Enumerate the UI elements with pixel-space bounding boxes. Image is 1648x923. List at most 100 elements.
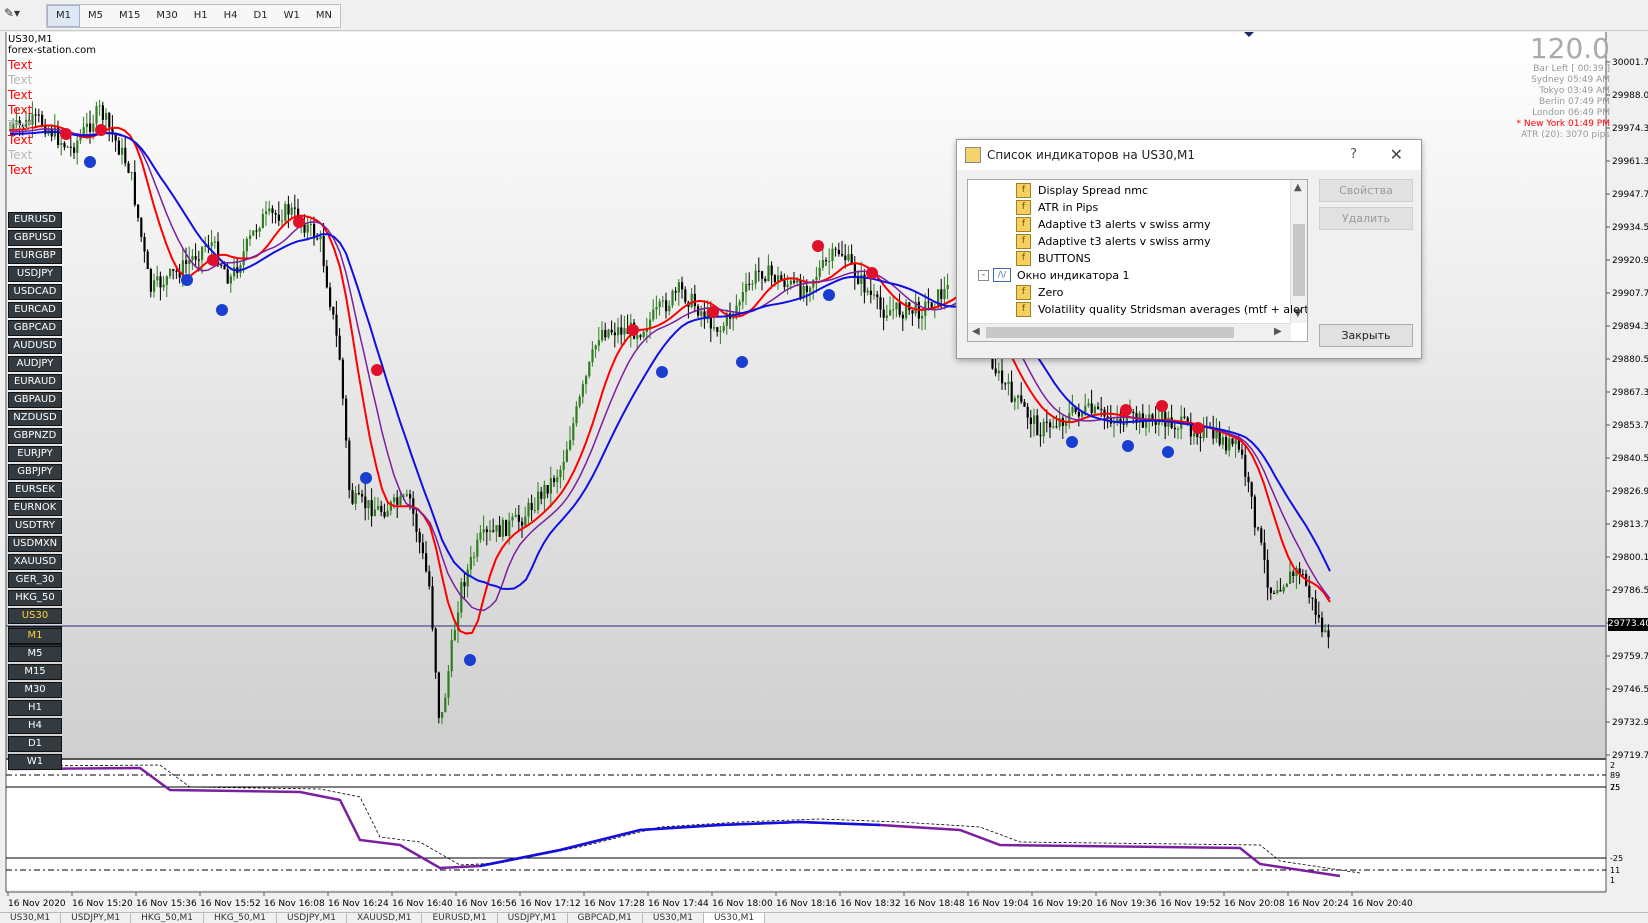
collapse-icon[interactable]: - (978, 269, 989, 281)
candle-body (469, 557, 472, 570)
timeframe-button-h4[interactable]: H4 (216, 5, 246, 27)
timeframe-button-d1[interactable]: D1 (246, 5, 276, 27)
sell-arrow-icon (293, 216, 305, 228)
symbol-button-ger_30[interactable]: GER_30 (8, 572, 62, 588)
tree-item-indicator[interactable]: f Adaptive t3 alerts v swiss army (1016, 232, 1211, 250)
tree-item-indicator[interactable]: f BUTTONS (1016, 249, 1091, 267)
timeframe-button-m15[interactable]: M15 (111, 5, 148, 27)
symbol-button-audusd[interactable]: AUDUSD (8, 338, 62, 354)
tree-item-indicator[interactable]: f ATR in Pips (1016, 198, 1098, 216)
symbol-timeframe-button-m1[interactable]: M1 (8, 628, 62, 644)
candle-body (610, 329, 613, 333)
symbol-button-us30[interactable]: US30 (8, 608, 62, 624)
symbol-button-eurjpy[interactable]: EURJPY (8, 446, 62, 462)
timeframe-button-mn[interactable]: MN (308, 5, 340, 27)
close-icon[interactable]: ✕ (1390, 145, 1403, 164)
symbol-button-xauusd[interactable]: XAUUSD (8, 554, 62, 570)
candle-body (137, 204, 140, 218)
symbol-button-hkg_50[interactable]: HKG_50 (8, 590, 62, 606)
candle-body (489, 530, 492, 533)
tree-item-indicator[interactable]: f Display Spread nmc (1016, 181, 1148, 199)
candle-body (889, 310, 892, 316)
candle-body (501, 519, 504, 537)
symbol-button-usdcad[interactable]: USDCAD (8, 284, 62, 300)
candle-body (124, 147, 127, 164)
symbol-button-gbpusd[interactable]: GBPUSD (8, 230, 62, 246)
symbol-button-eurcad[interactable]: EURCAD (8, 302, 62, 318)
text-label: Text (8, 163, 33, 177)
symbol-button-eursek[interactable]: EURSEK (8, 482, 62, 498)
symbol-button-gbpjpy[interactable]: GBPJPY (8, 464, 62, 480)
symbol-button-eurusd[interactable]: EURUSD (8, 212, 62, 228)
candle-body (197, 259, 200, 261)
close-button[interactable]: Закрыть (1319, 324, 1413, 347)
h-scrollbar-thumb[interactable] (986, 327, 1234, 338)
help-button[interactable]: ? (1350, 147, 1357, 162)
candle-body (921, 315, 924, 319)
candle-body (210, 242, 213, 247)
toolbar: ✎▾ M1 M5 M15 M30 H1 H4 D1 W1 MN (0, 0, 1648, 31)
symbol-timeframe-button-m15[interactable]: M15 (8, 664, 62, 680)
symbol-button-audjpy[interactable]: AUDJPY (8, 356, 62, 372)
timeframe-button-m30[interactable]: M30 (148, 5, 185, 27)
candle-body (175, 271, 178, 273)
timeframe-button-m1[interactable]: M1 (47, 5, 80, 27)
candle-body (1327, 630, 1330, 638)
candle-body (1311, 597, 1314, 599)
price-label: 29920.90 (1612, 256, 1648, 266)
symbol-button-gbpnzd[interactable]: GBPNZD (8, 428, 62, 444)
symbol-button-euraud[interactable]: EURAUD (8, 374, 62, 390)
scroll-left-icon[interactable]: ◀ (972, 326, 980, 337)
tree-item-indicator[interactable]: f Adaptive t3 alerts v swiss army (1016, 215, 1211, 233)
symbol-button-usdjpy[interactable]: USDJPY (8, 266, 62, 282)
candle-body (793, 280, 796, 283)
candle-body (117, 140, 120, 155)
candle-body (69, 146, 72, 148)
time-label: 16 Nov 17:12 (520, 899, 581, 909)
symbol-button-nzdusd[interactable]: NZDUSD (8, 410, 62, 426)
time-label: 16 Nov 19:52 (1160, 899, 1221, 909)
timeframe-button-w1[interactable]: W1 (276, 5, 308, 27)
tree-item-indicator[interactable]: f Zero (1016, 283, 1063, 301)
symbol-button-eurnok[interactable]: EURNOK (8, 500, 62, 516)
tree-item-window[interactable]: -/\/ Окно индикатора 1 (978, 266, 1130, 284)
symbol-button-usdtry[interactable]: USDTRY (8, 518, 62, 534)
drawing-tools-dropdown[interactable]: ✎▾ (4, 6, 36, 24)
clock-row: Sydney 05:49 AM (1517, 75, 1610, 86)
symbol-timeframe-button-d1[interactable]: D1 (8, 736, 62, 752)
symbol-timeframe-button-m5[interactable]: M5 (8, 646, 62, 662)
candle-body (601, 330, 604, 341)
delete-button[interactable]: Удалить (1319, 207, 1413, 230)
candle-body (553, 478, 556, 483)
candle-body (1132, 411, 1135, 413)
chart-subtitle: forex-station.com (8, 45, 96, 56)
candle-body (930, 302, 933, 308)
candle-body (514, 514, 517, 517)
candle-body (1026, 406, 1029, 418)
symbol-timeframe-button-w1[interactable]: W1 (8, 754, 62, 770)
candle-body (844, 255, 847, 261)
symbol-button-gbpaud[interactable]: GBPAUD (8, 392, 62, 408)
symbol-button-eurgbp[interactable]: EURGBP (8, 248, 62, 264)
symbol-button-usdmxn[interactable]: USDMXN (8, 536, 62, 552)
scroll-right-icon[interactable]: ▶ (1274, 326, 1282, 337)
properties-button[interactable]: Свойства (1319, 179, 1413, 202)
timeframe-button-m5[interactable]: M5 (80, 5, 111, 27)
symbol-timeframe-button-h1[interactable]: H1 (8, 700, 62, 716)
clock-time: [ 00:39 ] (1571, 64, 1610, 74)
symbol-timeframe-button-h4[interactable]: H4 (8, 718, 62, 734)
candle-body (229, 276, 232, 284)
symbol-timeframe-button-m30[interactable]: M30 (8, 682, 62, 698)
text-labels: Text Text Text Text Text Text Text Text (8, 58, 32, 178)
candle-body (604, 330, 607, 338)
candle-body (425, 553, 428, 572)
time-label: 16 Nov 18:32 (840, 899, 901, 909)
tree-item-indicator[interactable]: f Volatility quality Stridsman averages (… (1016, 300, 1307, 318)
clock-time: 05:49 AM (1567, 75, 1610, 85)
horizontal-scrollbar[interactable]: ◀ ▶ (968, 323, 1291, 341)
scroll-up-icon[interactable]: ▲ (1294, 182, 1302, 193)
scrollbar-thumb[interactable] (1293, 224, 1305, 296)
symbol-button-gbpcad[interactable]: GBPCAD (8, 320, 62, 336)
timeframe-button-h1[interactable]: H1 (186, 5, 216, 27)
indicator-tree[interactable]: ▲ ▼ ◀ ▶ f Display Spread nmc f ATR in Pips f… (967, 179, 1308, 342)
